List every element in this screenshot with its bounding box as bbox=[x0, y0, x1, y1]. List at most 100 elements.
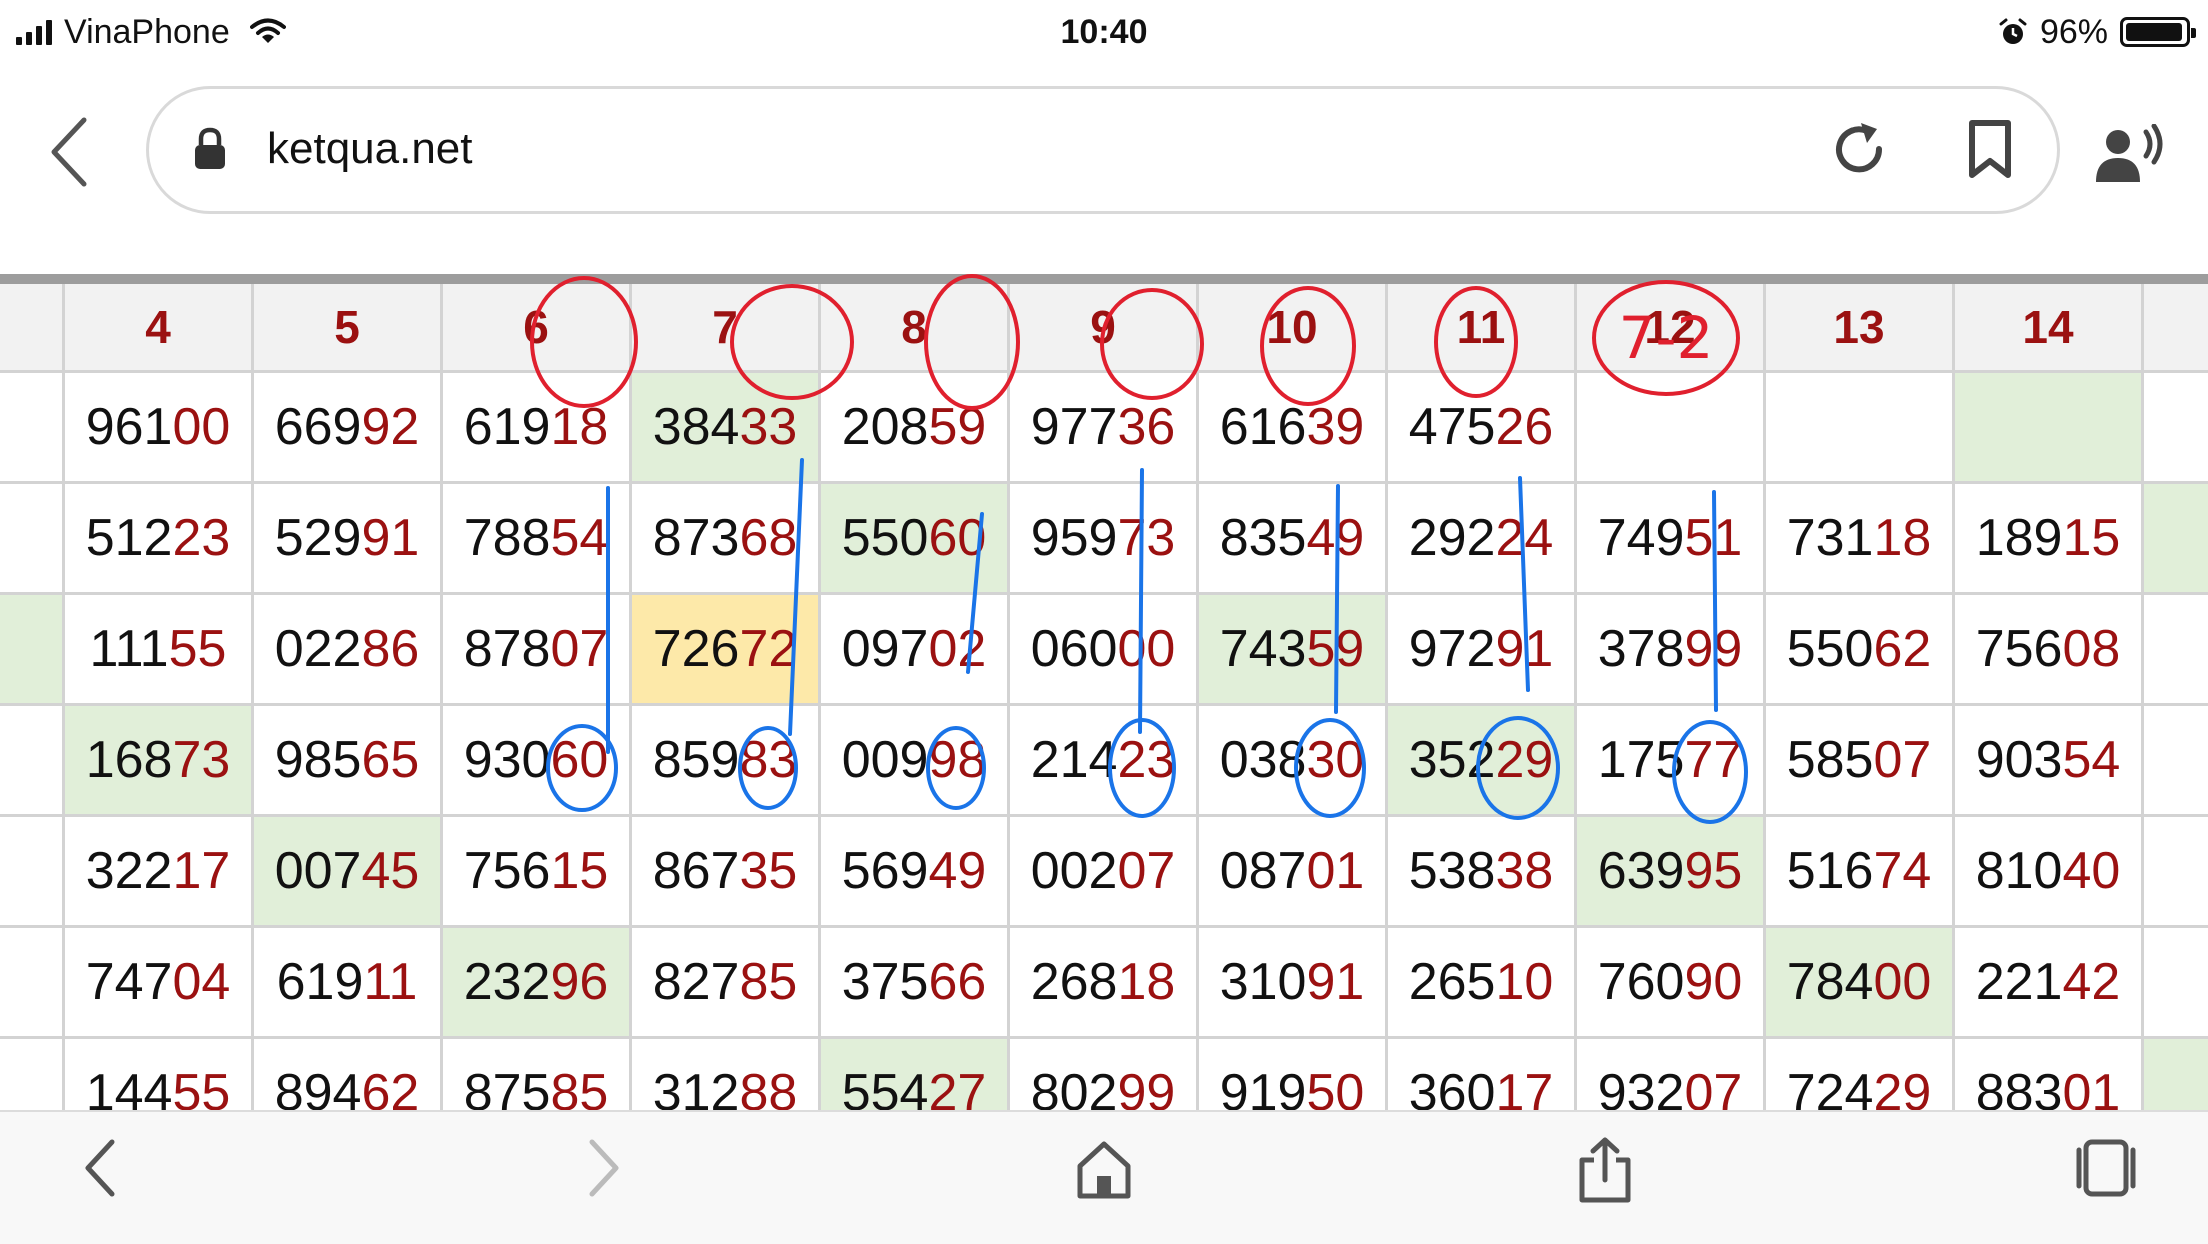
table-cell: 743 59 bbox=[1199, 595, 1388, 706]
table-cell: 538 38 bbox=[1388, 817, 1577, 928]
table-cell: 111 55 bbox=[65, 595, 254, 706]
clock-time: 10:40 bbox=[1060, 13, 1148, 51]
table-cell: 94 bbox=[0, 928, 65, 1039]
table-cell: 10 bbox=[0, 595, 65, 706]
table-cell: 360 17 bbox=[1388, 1039, 1577, 1110]
tabs-icon[interactable] bbox=[2076, 1136, 2136, 1200]
table-cell: 731 18 bbox=[1766, 484, 1955, 595]
table-cell: 619 11 bbox=[254, 928, 443, 1039]
column-header bbox=[0, 284, 65, 373]
table-cell: 378 99 bbox=[1577, 595, 1766, 706]
lock-icon bbox=[195, 127, 225, 169]
results-table: 4567891011121314110961006699261918384332… bbox=[0, 284, 2208, 1110]
table-cell: 54 bbox=[0, 817, 65, 928]
column-header: 5 bbox=[254, 284, 443, 373]
table-row: 1814455894628758531288554278029991950360… bbox=[0, 1039, 2208, 1110]
table-cell: 232 96 bbox=[443, 928, 632, 1039]
table-cell: 10 bbox=[0, 373, 65, 484]
table-cell: 375 66 bbox=[821, 928, 1010, 1039]
table-cell bbox=[1577, 373, 1766, 484]
table-cell: 756 15 bbox=[443, 817, 632, 928]
home-icon[interactable] bbox=[1076, 1136, 1132, 1200]
column-header: 7 bbox=[632, 284, 821, 373]
column-header: 9 bbox=[1010, 284, 1199, 373]
table-cell: 038 30 bbox=[1199, 706, 1388, 817]
column-header: 13 bbox=[1766, 284, 1955, 373]
back-icon[interactable] bbox=[44, 112, 94, 192]
table-cell: 475 26 bbox=[1388, 373, 1577, 484]
table-header-row: 45678910111213141 bbox=[0, 284, 2208, 373]
table-cell: 802 99 bbox=[1010, 1039, 1199, 1110]
column-header: 11 bbox=[1388, 284, 1577, 373]
table-cell: 002 07 bbox=[1010, 817, 1199, 928]
table-cell: 883 01 bbox=[1955, 1039, 2144, 1110]
table-cell bbox=[2144, 373, 2208, 484]
table-cell: 859 83 bbox=[632, 706, 821, 817]
back-arrow-icon[interactable] bbox=[80, 1136, 120, 1200]
table-cell: 18 bbox=[0, 1039, 65, 1110]
table-cell: 097 02 bbox=[821, 595, 1010, 706]
table-cell: 903 54 bbox=[1955, 706, 2144, 817]
table-cell: 292 24 bbox=[1388, 484, 1577, 595]
table-cell: 959 73 bbox=[1010, 484, 1199, 595]
table-cell: 23 bbox=[0, 484, 65, 595]
table-cell: 18 bbox=[2144, 484, 2208, 595]
table-cell: 352 29 bbox=[1388, 706, 1577, 817]
table-cell: 516 74 bbox=[1766, 817, 1955, 928]
table-cell: 930 60 bbox=[443, 706, 632, 817]
table-cell: 972 91 bbox=[1388, 595, 1577, 706]
table-cell: 961 00 bbox=[65, 373, 254, 484]
status-bar: VinaPhone 10:40 96% bbox=[0, 0, 2208, 64]
table-cell: 46 bbox=[2144, 706, 2208, 817]
table-cell: 827 85 bbox=[632, 928, 821, 1039]
column-header: 14 bbox=[1955, 284, 2144, 373]
table-cell: 40 bbox=[2144, 595, 2208, 706]
table-cell: 747 04 bbox=[65, 928, 254, 1039]
bottom-toolbar bbox=[0, 1110, 2208, 1244]
table-cell: 144 55 bbox=[65, 1039, 254, 1110]
table-cell: 312 88 bbox=[632, 1039, 821, 1110]
table-cell: 788 54 bbox=[443, 484, 632, 595]
url-text[interactable]: ketqua.net bbox=[267, 119, 473, 179]
browser-nav-bar: ketqua.net bbox=[0, 64, 2208, 244]
table-cell: 189 15 bbox=[1955, 484, 2144, 595]
table-cell: 619 18 bbox=[443, 373, 632, 484]
table-cell: 878 07 bbox=[443, 595, 632, 706]
table-cell: 550 60 bbox=[821, 484, 1010, 595]
table-cell: 726 72 bbox=[632, 595, 821, 706]
table-cell: 265 10 bbox=[1388, 928, 1577, 1039]
table-cell: 749 51 bbox=[1577, 484, 1766, 595]
table-cell: 875 85 bbox=[443, 1039, 632, 1110]
table-cell: 168 73 bbox=[65, 706, 254, 817]
reload-icon[interactable] bbox=[1829, 119, 1891, 181]
table-cell: 569 49 bbox=[821, 817, 1010, 928]
table-row: 3616873985659306085983009982142303830352… bbox=[0, 706, 2208, 817]
table-cell: 087 01 bbox=[1199, 817, 1388, 928]
table-cell: 835 49 bbox=[1199, 484, 1388, 595]
table-cell bbox=[1766, 373, 1955, 484]
table-cell: 669 92 bbox=[254, 373, 443, 484]
table-cell: 873 68 bbox=[632, 484, 821, 595]
bookmark-icon[interactable] bbox=[1965, 119, 2015, 181]
forward-arrow-icon[interactable] bbox=[584, 1136, 624, 1200]
table-cell: 90 bbox=[2144, 928, 2208, 1039]
reader-icon[interactable] bbox=[2094, 124, 2168, 184]
table-cell: 977 36 bbox=[1010, 373, 1199, 484]
table-cell: 985 65 bbox=[254, 706, 443, 817]
table-cell: 268 18 bbox=[1010, 928, 1199, 1039]
alarm-icon bbox=[1999, 18, 2027, 44]
table-cell: 760 90 bbox=[1577, 928, 1766, 1039]
battery-icon bbox=[2120, 17, 2196, 47]
table-cell: 214 23 bbox=[1010, 706, 1199, 817]
table-cell: 322 17 bbox=[65, 817, 254, 928]
share-icon[interactable] bbox=[1578, 1136, 1632, 1204]
address-bar[interactable]: ketqua.net bbox=[146, 86, 2060, 214]
table-row: 1011155022868780772672097020600074359972… bbox=[0, 595, 2208, 706]
table-top-border bbox=[0, 274, 2208, 284]
battery-percent: 96% bbox=[2039, 12, 2108, 51]
column-header: 1 bbox=[2144, 284, 2208, 373]
page-content[interactable]: 4567891011121314110961006699261918384332… bbox=[0, 242, 2208, 1110]
table-cell: 022 86 bbox=[254, 595, 443, 706]
table-cell: 724 29 bbox=[1766, 1039, 1955, 1110]
table-cell: 529 91 bbox=[254, 484, 443, 595]
